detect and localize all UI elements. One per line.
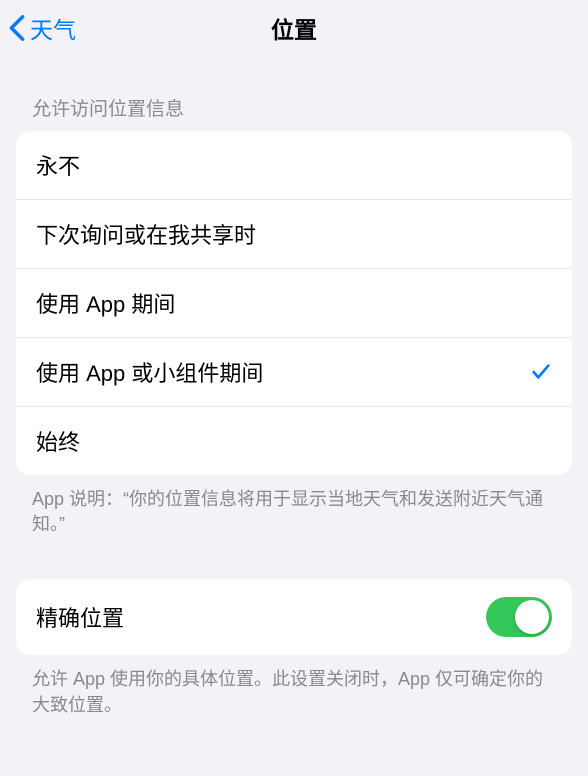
option-label: 始终 bbox=[36, 425, 80, 457]
navigation-bar: 天气 位置 bbox=[0, 0, 588, 56]
chevron-left-icon bbox=[8, 14, 26, 42]
section-header-location-access: 允许访问位置信息 bbox=[0, 56, 588, 131]
option-label: 下次询问或在我共享时 bbox=[36, 218, 256, 250]
option-label: 使用 App 或小组件期间 bbox=[36, 356, 263, 388]
location-access-options: 永不 下次询问或在我共享时 使用 App 期间 使用 App 或小组件期间 始终 bbox=[16, 131, 572, 475]
back-button[interactable]: 天气 bbox=[8, 0, 76, 56]
precise-location-label: 精确位置 bbox=[36, 601, 124, 633]
option-while-using-app[interactable]: 使用 App 期间 bbox=[16, 269, 572, 338]
section-footer-precise-location: 允许 App 使用你的具体位置。此设置关闭时，App 仅可确定你的大致位置。 bbox=[0, 655, 588, 717]
section-footer-app-explanation: App 说明：“你的位置信息将用于显示当地天气和发送附近天气通知。” bbox=[0, 475, 588, 537]
option-always[interactable]: 始终 bbox=[16, 407, 572, 475]
precise-location-row: 精确位置 bbox=[16, 579, 572, 655]
toggle-knob bbox=[515, 600, 549, 634]
option-label: 永不 bbox=[36, 149, 80, 181]
option-ask-next-time[interactable]: 下次询问或在我共享时 bbox=[16, 200, 572, 269]
option-never[interactable]: 永不 bbox=[16, 131, 572, 200]
page-title: 位置 bbox=[271, 11, 317, 45]
option-label: 使用 App 期间 bbox=[36, 287, 175, 319]
precise-location-toggle[interactable] bbox=[486, 597, 552, 637]
back-label: 天气 bbox=[30, 11, 76, 45]
option-while-using-app-or-widgets[interactable]: 使用 App 或小组件期间 bbox=[16, 338, 572, 407]
checkmark-icon bbox=[530, 361, 552, 383]
precise-location-section: 精确位置 bbox=[16, 579, 572, 655]
